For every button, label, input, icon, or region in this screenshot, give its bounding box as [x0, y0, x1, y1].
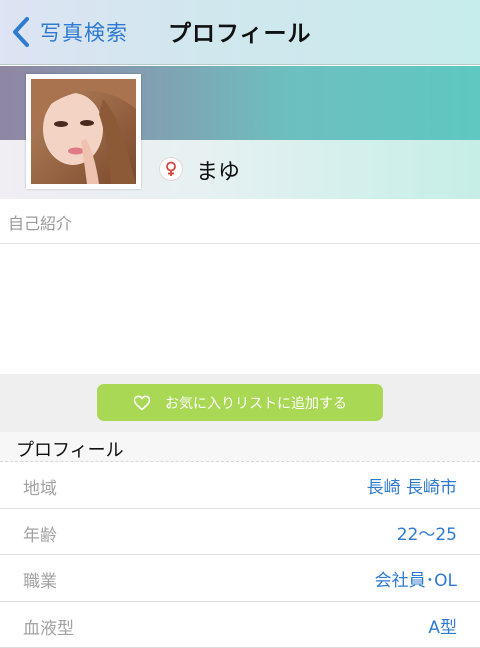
heart-outline-icon	[133, 395, 151, 410]
profile-row-blood-type: 血液型 A型	[0, 602, 480, 648]
profile-details-list: 地域 長崎 長崎市 年齢 22〜25 職業 会社員･OL 血液型 A型	[0, 462, 480, 648]
profile-row-region: 地域 長崎 長崎市	[0, 462, 480, 509]
add-to-favorites-label: お気に入りリストに追加する	[165, 395, 347, 412]
avatar-photo	[31, 79, 136, 184]
row-label: 職業	[23, 572, 57, 592]
row-label: 血液型	[23, 618, 74, 639]
page-title: プロフィール	[168, 21, 312, 47]
back-button[interactable]: 写真検索	[10, 12, 128, 52]
chevron-left-icon	[13, 17, 29, 47]
row-label: 年齢	[23, 525, 57, 546]
row-label: 地域	[23, 479, 57, 499]
user-name: まゆ	[196, 160, 241, 185]
row-value: 22〜25	[396, 524, 457, 545]
row-value: A型	[428, 617, 457, 638]
row-value: 長崎 長崎市	[366, 478, 457, 498]
row-value: 会社員･OL	[374, 571, 457, 591]
self-introduction-label: 自己紹介	[8, 214, 73, 233]
avatar[interactable]	[26, 74, 141, 189]
female-symbol-icon	[159, 157, 183, 181]
profile-section-title: プロフィール	[16, 440, 124, 461]
navigation-bar: 写真検索 プロフィール	[0, 0, 480, 65]
add-to-favorites-button[interactable]: お気に入りリストに追加する	[97, 384, 383, 421]
self-introduction-body	[0, 244, 480, 374]
profile-row-occupation: 職業 会社員･OL	[0, 555, 480, 602]
profile-section-header: プロフィール	[0, 432, 480, 462]
back-button-label: 写真検索	[40, 21, 128, 45]
profile-row-age: 年齢 22〜25	[0, 509, 480, 555]
